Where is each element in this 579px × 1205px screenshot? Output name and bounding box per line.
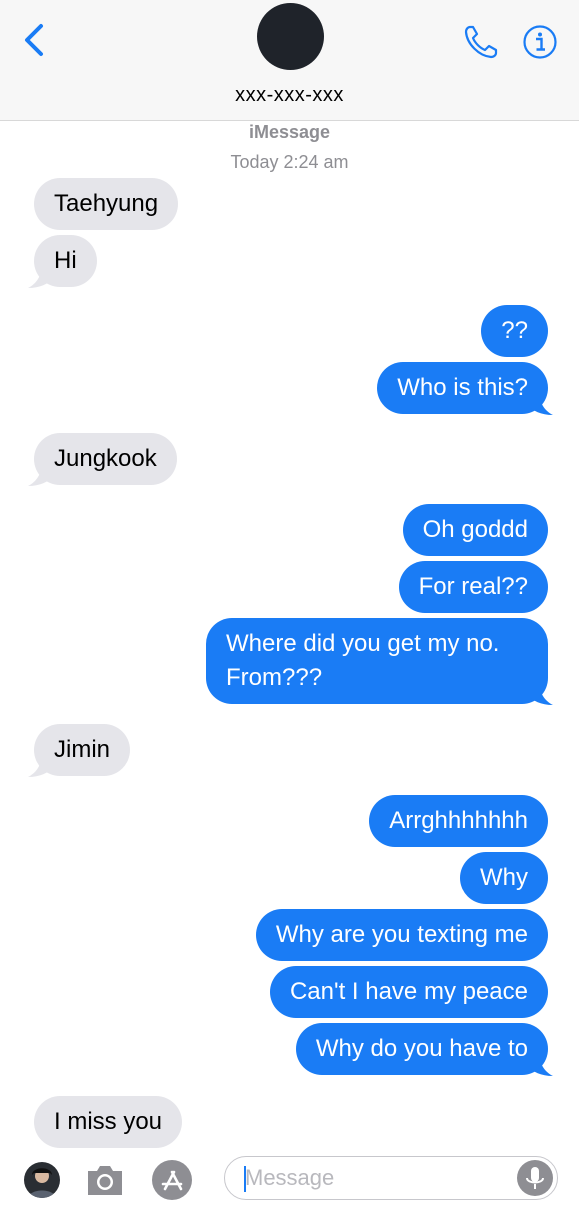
info-button[interactable] bbox=[522, 24, 558, 60]
thread-timestamp: Today 2:24 am bbox=[230, 152, 349, 172]
message-bubble-outgoing[interactable]: Arrghhhhhhh bbox=[369, 795, 548, 847]
camera-icon bbox=[88, 1166, 122, 1195]
phone-icon bbox=[464, 25, 498, 59]
message-bubble-outgoing[interactable]: Who is this? bbox=[377, 362, 548, 414]
app-store-button[interactable] bbox=[152, 1160, 192, 1200]
message-bubble-outgoing[interactable]: ?? bbox=[481, 305, 548, 357]
message-bubble-outgoing[interactable]: Can't I have my peace bbox=[269, 966, 548, 1018]
info-icon bbox=[523, 25, 557, 59]
message-bubble-outgoing[interactable]: Oh goddd bbox=[402, 504, 548, 556]
bubble-tail-incoming bbox=[28, 753, 54, 777]
bubble-tail-outgoing bbox=[527, 681, 553, 705]
bubble-tail-outgoing bbox=[527, 1052, 553, 1076]
app-store-icon bbox=[161, 1170, 183, 1191]
message-input[interactable] bbox=[224, 1156, 558, 1200]
message-bubble-outgoing[interactable]: For real?? bbox=[398, 561, 548, 613]
text-cursor bbox=[244, 1166, 246, 1192]
microphone-icon bbox=[526, 1167, 544, 1189]
back-button[interactable] bbox=[14, 18, 54, 62]
bubble-tail-incoming bbox=[28, 462, 54, 486]
contact-number[interactable]: xxx-xxx-xxx bbox=[0, 84, 579, 107]
dictation-button[interactable] bbox=[517, 1160, 553, 1196]
camera-button[interactable] bbox=[84, 1162, 126, 1198]
bubble-tail-incoming bbox=[28, 264, 54, 288]
bubble-tail-outgoing bbox=[527, 391, 553, 415]
contact-avatar[interactable] bbox=[257, 3, 324, 70]
service-label: iMessage bbox=[248, 122, 331, 142]
message-bubble-incoming[interactable]: I miss you bbox=[34, 1096, 183, 1148]
avatar-icon bbox=[28, 1168, 56, 1198]
message-bubble-outgoing[interactable]: Where did you get my no. From??? bbox=[206, 618, 548, 704]
conversation-header: xxx-xxx-xxx bbox=[0, 0, 579, 121]
chevron-left-icon bbox=[25, 24, 43, 56]
message-bubble-outgoing[interactable]: Why bbox=[460, 852, 548, 904]
message-bubble-outgoing[interactable]: Why do you have to bbox=[295, 1023, 548, 1075]
call-button[interactable] bbox=[461, 22, 501, 62]
memoji-avatar-button[interactable] bbox=[24, 1162, 60, 1198]
message-bubble-incoming[interactable]: Taehyung bbox=[34, 178, 179, 230]
message-bubble-outgoing[interactable]: Why are you texting me bbox=[255, 909, 548, 961]
